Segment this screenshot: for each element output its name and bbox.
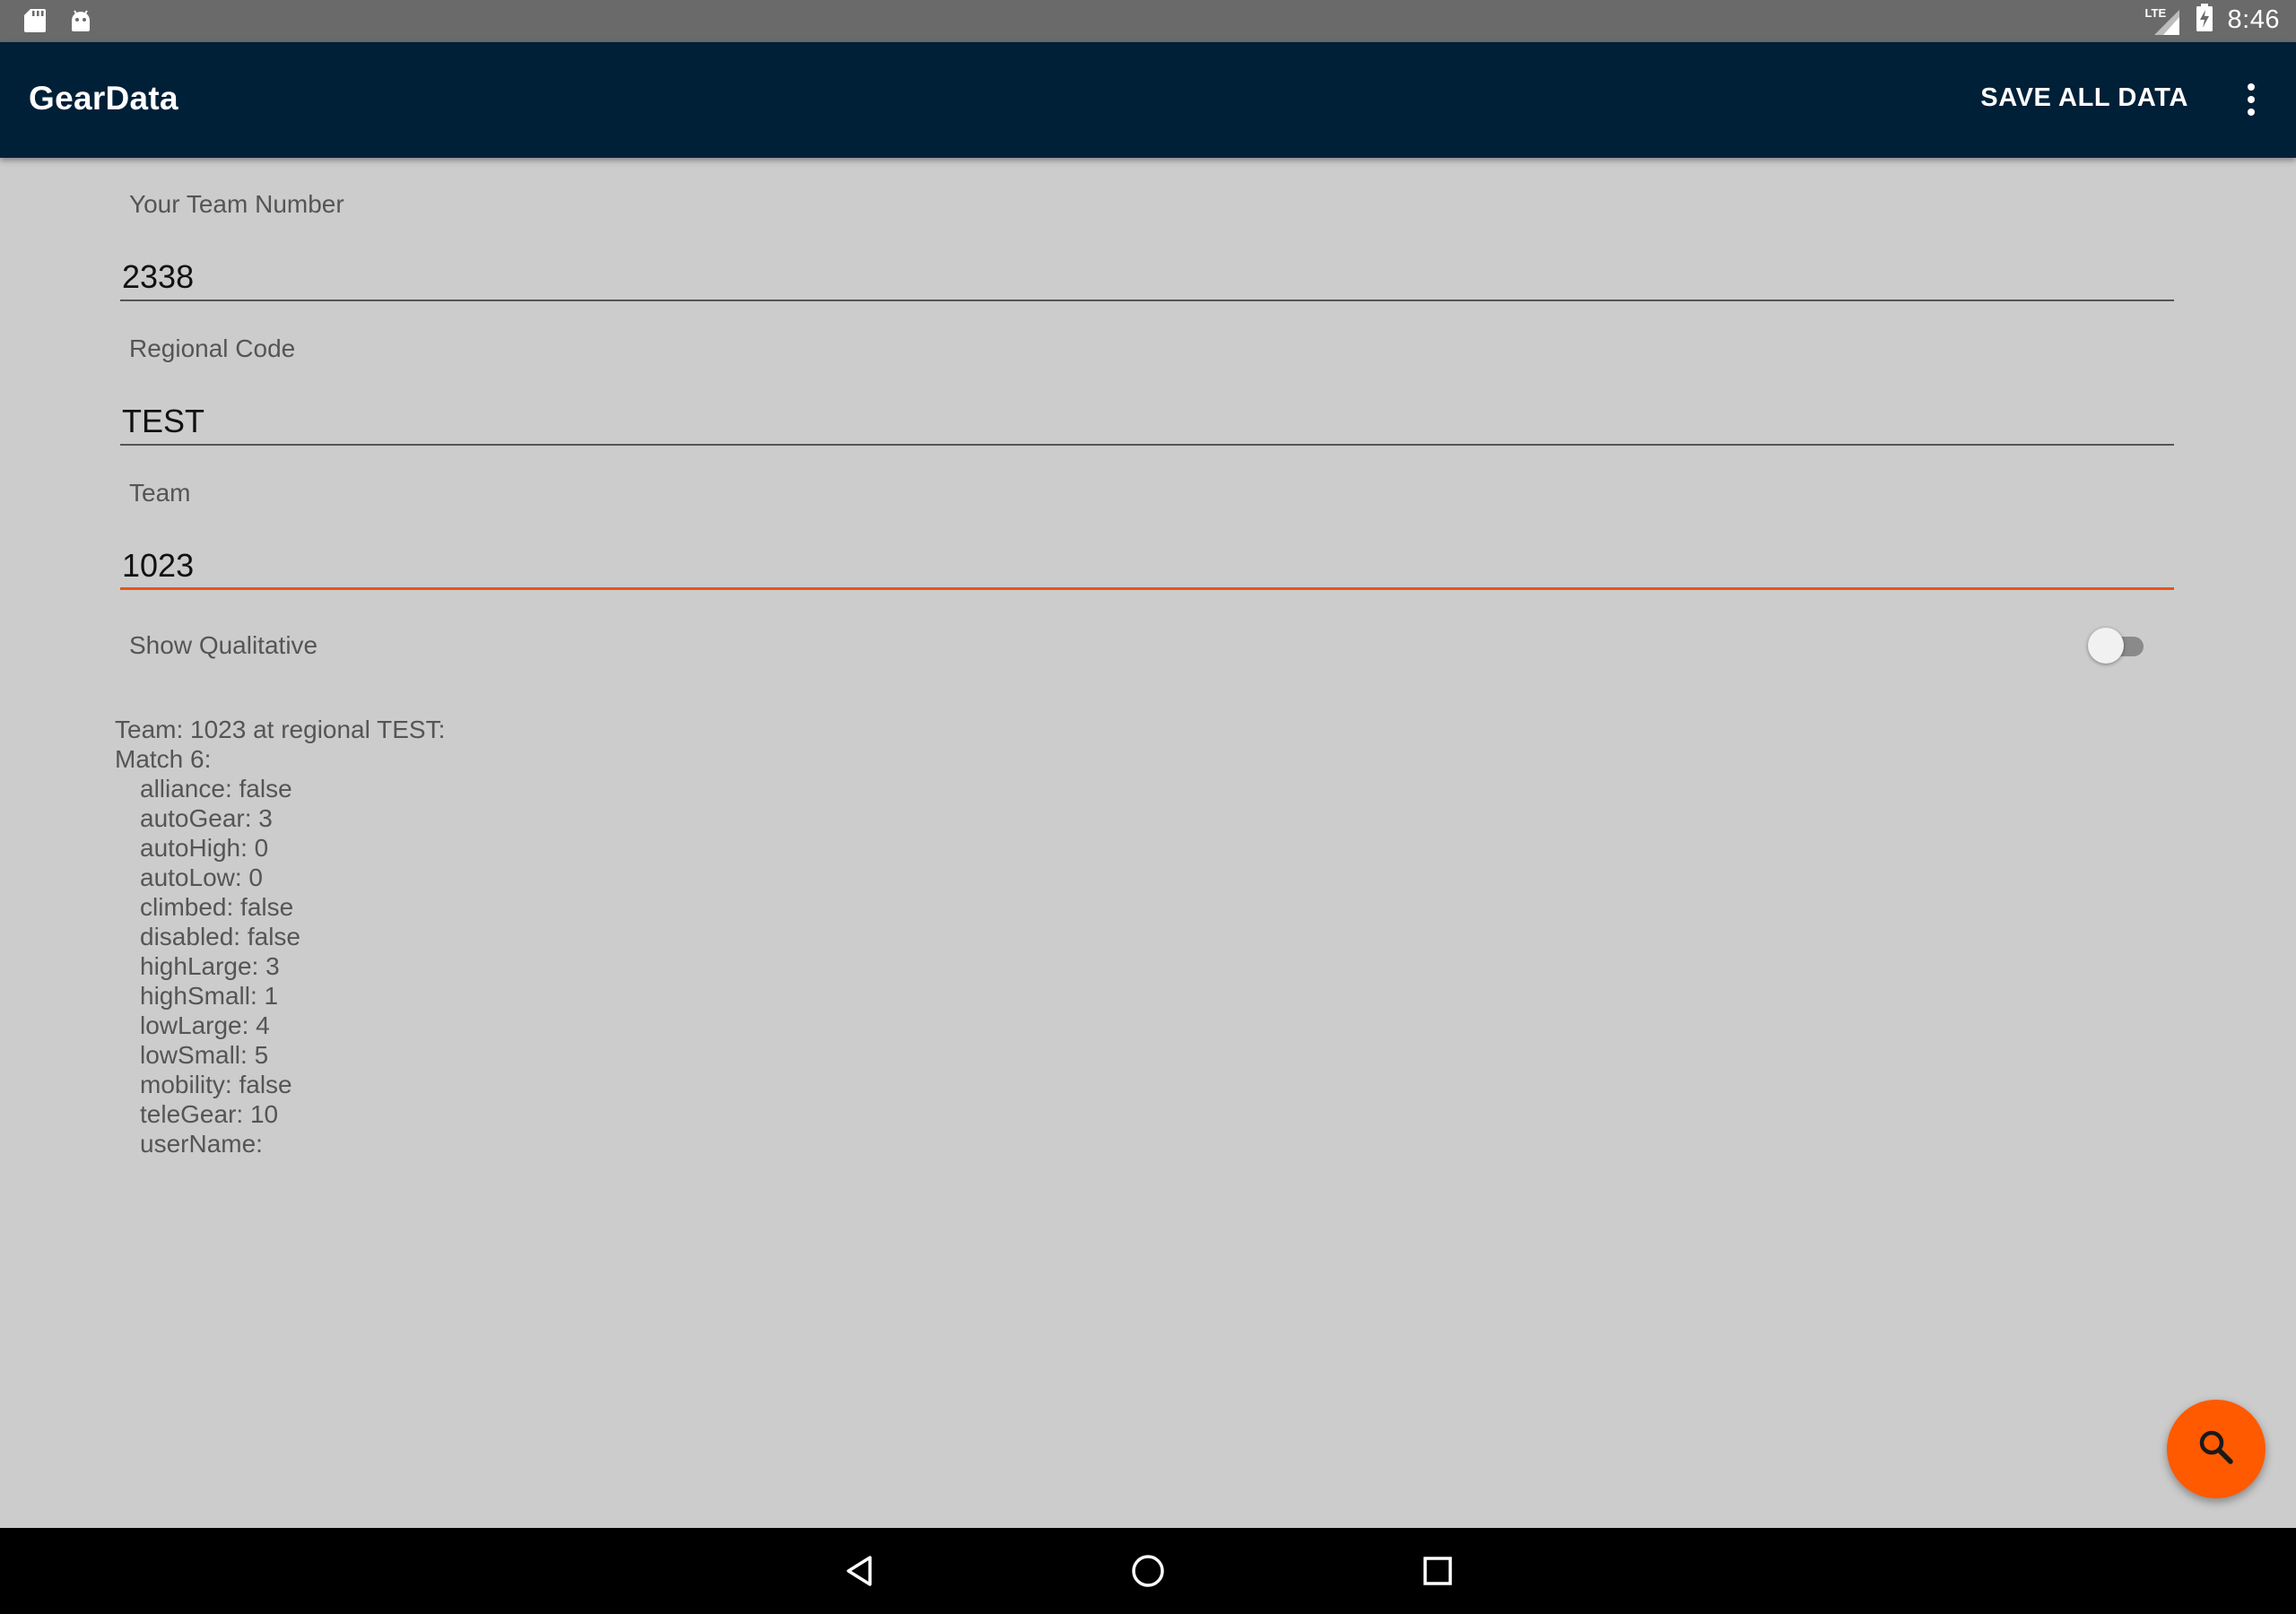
search-icon <box>2196 1427 2236 1471</box>
data-header: Team: 1023 at regional TEST: <box>115 716 446 743</box>
data-field-row: lowLarge: 4 <box>140 1011 270 1039</box>
data-field-row: autoGear: 3 <box>140 804 273 832</box>
android-icon <box>68 8 93 38</box>
team-label: Team <box>129 479 191 507</box>
recents-icon[interactable] <box>1413 1546 1463 1596</box>
data-field-row: lowSmall: 5 <box>140 1041 269 1069</box>
data-field-row: highLarge: 3 <box>140 952 280 980</box>
clock: 8:46 <box>2227 5 2280 34</box>
status-bar: LTE 8:46 <box>0 0 2296 42</box>
data-field-row: userName: <box>140 1130 263 1158</box>
data-field-row: autoLow: 0 <box>140 863 263 891</box>
app-title: GearData <box>29 80 178 117</box>
data-field-row: climbed: false <box>140 893 294 921</box>
sd-card-icon <box>23 8 47 38</box>
regional-code-field[interactable] <box>120 399 2174 446</box>
status-right-icons: LTE 8:46 <box>2145 4 2280 37</box>
save-all-data-button[interactable]: SAVE ALL DATA <box>1980 83 2188 113</box>
show-qualitative-switch[interactable] <box>2088 628 2145 664</box>
data-field-row: alliance: false <box>140 775 292 803</box>
data-field-row: highSmall: 1 <box>140 982 279 1010</box>
navigation-bar <box>0 1528 2296 1614</box>
data-field-row: mobility: false <box>140 1071 292 1098</box>
team-number-field[interactable] <box>120 255 2174 301</box>
battery-charging-icon <box>2196 4 2213 37</box>
more-vert-icon[interactable] <box>2224 73 2278 126</box>
search-fab-button[interactable] <box>2167 1400 2266 1498</box>
team-field[interactable] <box>120 543 2174 590</box>
home-icon[interactable] <box>1123 1546 1173 1596</box>
show-qualitative-label: Show Qualitative <box>129 631 318 659</box>
app-bar: GearData SAVE ALL DATA <box>0 42 2296 158</box>
team-number-label: Your Team Number <box>129 190 344 218</box>
match-data-output: Team: 1023 at regional TEST: Match 6: al… <box>115 715 445 1158</box>
data-field-row: disabled: false <box>140 923 301 950</box>
lte-signal-icon: LTE <box>2145 4 2181 37</box>
match-label: Match 6: <box>115 745 212 773</box>
status-left-icons <box>23 8 93 38</box>
switch-thumb <box>2088 628 2124 664</box>
regional-code-label: Regional Code <box>129 334 296 362</box>
data-field-row: teleGear: 10 <box>140 1100 279 1128</box>
data-field-row: autoHigh: 0 <box>140 834 269 862</box>
back-icon[interactable] <box>834 1546 884 1596</box>
